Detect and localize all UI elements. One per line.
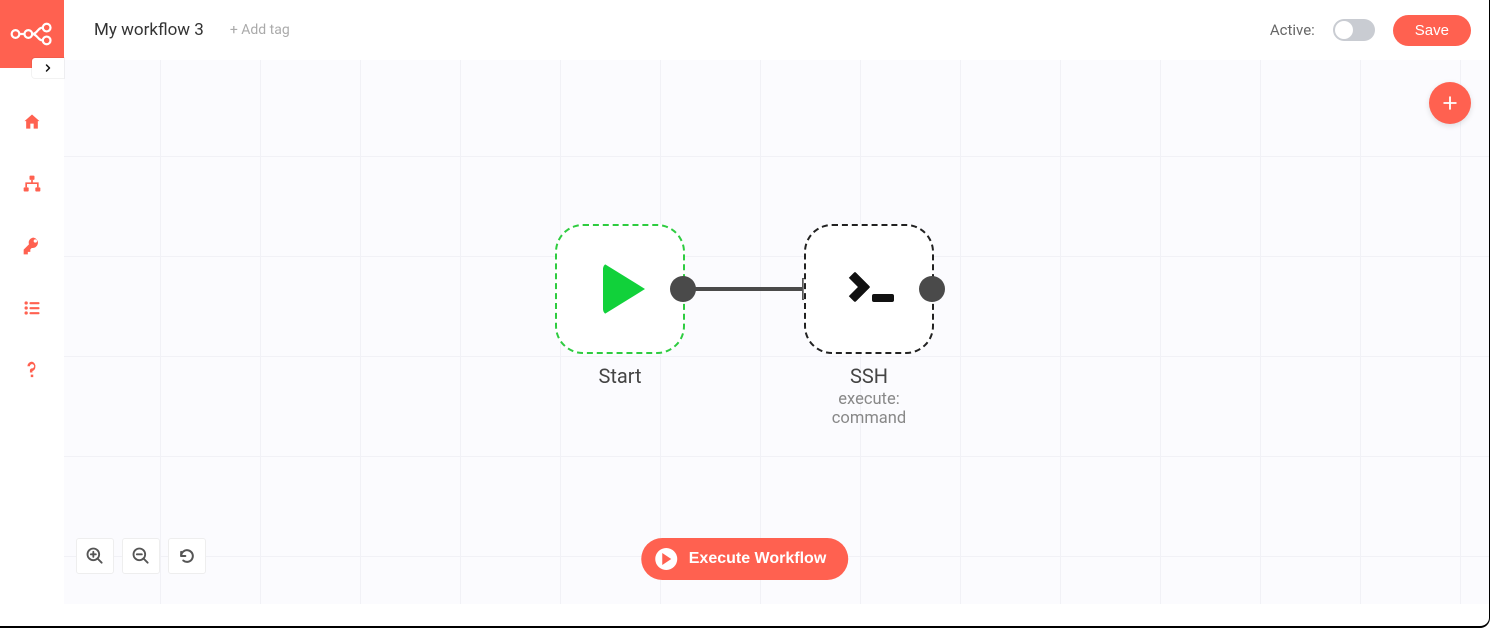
sidebar-nav xyxy=(0,68,64,382)
question-icon xyxy=(22,360,42,380)
sidebar-item-home[interactable] xyxy=(20,110,44,134)
edge-start-ssh[interactable] xyxy=(684,287,804,291)
play-icon xyxy=(603,263,645,315)
sidebar-item-credentials[interactable] xyxy=(20,234,44,258)
zoom-controls xyxy=(76,538,206,574)
node-start-box[interactable] xyxy=(555,224,685,354)
save-button[interactable]: Save xyxy=(1393,15,1471,46)
reset-view-button[interactable] xyxy=(168,538,206,574)
app-window: My workflow 3 + Add tag Active: Save Sta… xyxy=(0,0,1490,628)
plus-icon xyxy=(1440,93,1460,113)
n8n-logo-icon xyxy=(10,22,54,46)
add-tag-button[interactable]: + Add tag xyxy=(230,22,290,38)
sidebar-item-executions[interactable] xyxy=(20,296,44,320)
zoom-in-button[interactable] xyxy=(76,538,114,574)
node-start-title: Start xyxy=(555,364,685,388)
home-icon xyxy=(22,112,42,132)
zoom-out-button[interactable] xyxy=(122,538,160,574)
node-ssh-box[interactable] xyxy=(804,224,934,354)
workflows-icon xyxy=(22,174,42,194)
active-label: Active: xyxy=(1270,21,1315,39)
app-logo[interactable] xyxy=(0,0,64,68)
sidebar-item-workflows[interactable] xyxy=(20,172,44,196)
sidebar xyxy=(0,0,64,606)
header-right: Active: Save xyxy=(1270,15,1471,46)
execute-workflow-label: Execute Workflow xyxy=(689,550,827,568)
execute-play-icon xyxy=(655,548,677,570)
node-ssh-output-port[interactable] xyxy=(919,276,945,302)
key-icon xyxy=(22,236,42,256)
header-bar: My workflow 3 + Add tag Active: Save xyxy=(64,0,1489,60)
zoom-in-icon xyxy=(85,546,105,566)
terminal-icon xyxy=(844,276,894,302)
sidebar-item-help[interactable] xyxy=(20,358,44,382)
zoom-out-icon xyxy=(131,546,151,566)
workflow-canvas[interactable]: Start SSH execute: command xyxy=(64,60,1489,604)
execute-workflow-button[interactable]: Execute Workflow xyxy=(641,538,849,580)
active-toggle[interactable] xyxy=(1333,19,1375,41)
node-start[interactable]: Start xyxy=(555,224,685,388)
add-node-button[interactable] xyxy=(1429,82,1471,124)
sidebar-collapse-handle[interactable] xyxy=(32,58,64,78)
workflow-title[interactable]: My workflow 3 xyxy=(94,20,204,40)
chevron-right-icon xyxy=(42,62,54,74)
node-ssh-title: SSH xyxy=(804,364,934,388)
node-ssh[interactable]: SSH execute: command xyxy=(804,224,934,428)
node-ssh-subtitle: execute: command xyxy=(804,390,934,428)
toggle-knob xyxy=(1335,21,1353,39)
undo-icon xyxy=(177,546,197,566)
list-icon xyxy=(22,298,42,318)
node-start-output-port[interactable] xyxy=(670,276,696,302)
